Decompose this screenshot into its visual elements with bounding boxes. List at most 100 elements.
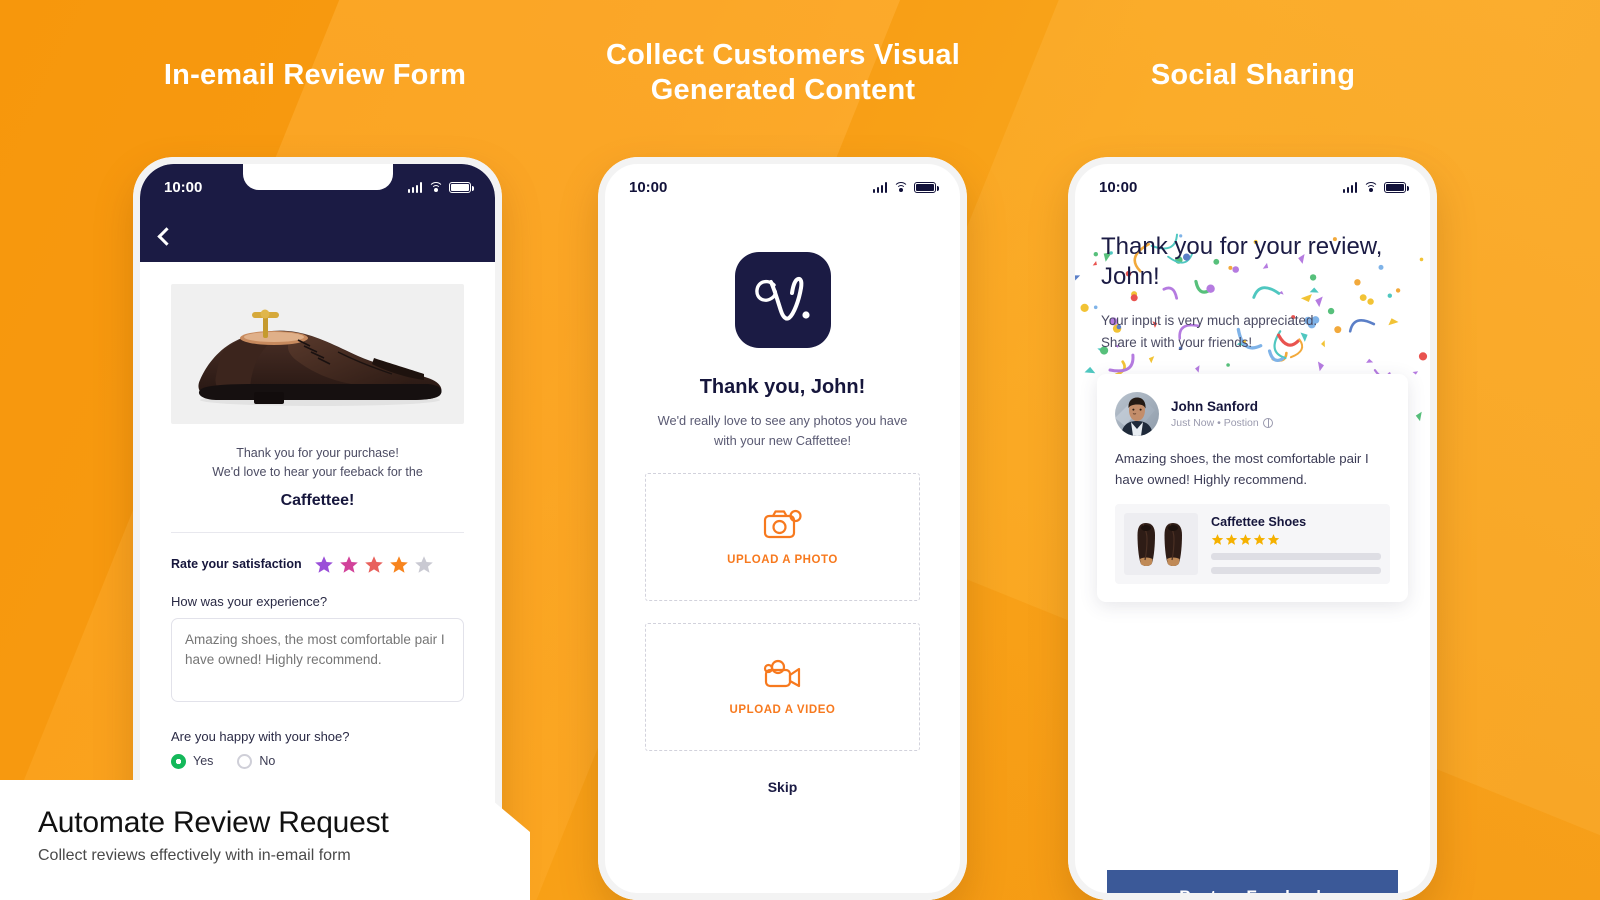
caption-card: Automate Review Request Collect reviews … [0,780,530,900]
review-author-name: John Sanford [1171,399,1258,415]
radio-dot-yes[interactable] [171,753,186,769]
shoe-illustration [177,291,458,417]
review-meta-text: Just Now • Postion [1171,417,1259,430]
phone3-content: Thank you for your review, John! Your in… [1075,232,1430,900]
phone1-status-icons [407,181,474,193]
brand-logo [734,252,831,348]
avatar [1115,392,1159,437]
avatar-photo [1115,392,1159,437]
battery-icon [1384,181,1409,193]
review-text: Amazing shoes, the most comfortable pair… [1115,451,1369,487]
shoes-pair-illustration [1126,515,1196,574]
battery-icon [449,181,474,193]
chevron-left-icon[interactable] [157,226,176,246]
skip-button[interactable]: Skip [645,779,920,795]
product-image [171,284,464,424]
wifi-icon [893,181,908,193]
thank-you-message: Thank you for your purchase! We'd love t… [171,444,464,483]
heading-in-email-review-form: In-email Review Form [163,59,467,91]
phone2-screen: 10:00 Thank you, John! We'd really love … [605,164,960,900]
post-on-facebook-button[interactable]: Post on Facebook [1107,870,1398,900]
phone-mockup-upload-media: 10:00 Thank you, John! We'd really love … [598,157,967,900]
signal-bars-icon [872,181,887,193]
review-product-thumbnail [1124,513,1198,576]
heading-collect-customers-visual-generated-content: Collect Customers Visual Generated Conte… [606,39,960,107]
star-icon-3[interactable] [364,555,384,574]
review-product-row[interactable]: Caffettee Shoes [1115,504,1390,585]
confetti-piece [1317,361,1324,372]
rating-row: Rate your satisfaction [171,555,464,574]
phone1-content: Thank you for your purchase! We'd love t… [140,262,495,769]
review-product-info: Caffettee Shoes [1211,515,1381,574]
thanks-line-1: Thank you for your purchase! [236,446,399,460]
caption-subtitle: Collect reviews effectively with in-emai… [38,847,351,864]
review-product-title: Caffettee Shoes [1211,514,1307,529]
heading-social-sharing: Social Sharing [1150,59,1356,91]
upload-video-label: UPLOAD A VIDEO [729,703,836,716]
review-author-meta: John Sanford Just Now • Postion [1171,399,1273,429]
happy-radio-group: Yes No [171,753,464,769]
phone2-notch [707,164,858,190]
phone3-status-time: 10:00 [1099,178,1138,196]
product-star-icon-3 [1239,533,1252,545]
globe-icon [1262,418,1273,429]
upload-photo-label: UPLOAD A PHOTO [727,553,838,566]
phone2-status-bar: 10:00 [605,164,960,210]
phone2-content: Thank you, John! We'd really love to see… [605,210,960,900]
phone3-subtitle-line-1: Your input is very much appreciated. [1101,313,1318,328]
star-icon-1[interactable] [314,555,334,574]
phone3-screen: 10:00 Thank you for your review, John! Y… [1075,164,1430,900]
confetti-piece [1084,366,1096,374]
rating-label: Rate your satisfaction [171,557,302,572]
wifi-icon [428,181,443,193]
signal-bars-icon [407,181,422,193]
divider [171,531,464,533]
product-star-icon-1 [1211,533,1224,545]
radio-option-no[interactable]: No [237,753,276,769]
product-star-icon-4 [1253,533,1266,545]
confetti-piece [1412,371,1419,375]
product-name: Caffettee! [280,491,355,509]
product-star-icon-5 [1267,533,1280,545]
radio-label-no: No [259,754,276,769]
phone3-title: Thank you for your review, John! [1101,233,1383,290]
thanks-line-2: We'd love to hear your feeback for the [212,465,423,480]
upload-photo-dropzone[interactable]: UPLOAD A PHOTO [645,472,920,601]
phone3-notch [1177,164,1328,190]
upload-video-dropzone[interactable]: UPLOAD A VIDEO [645,622,920,751]
happy-question-label: Are you happy with your shoe? [171,728,350,744]
cv-monogram-icon [754,276,810,321]
star-icon-2[interactable] [339,555,359,574]
phone3-subtitle: Your input is very much appreciated. Sha… [1101,310,1404,354]
battery-icon [914,181,939,193]
phone3-status-bar: 10:00 [1075,164,1430,210]
confetti-piece [1415,411,1422,422]
confetti-piece [1195,365,1200,373]
review-card: John Sanford Just Now • Postion Amazing … [1097,374,1408,603]
phone1-status-bar: 10:00 [140,164,495,210]
radio-option-yes[interactable]: Yes [171,753,214,769]
camera-icon [763,509,802,538]
experience-question-label: How was your experience? [171,593,328,609]
wifi-icon [1363,181,1378,193]
review-product-stars [1211,533,1381,546]
caption-title: Automate Review Request [38,806,389,839]
star-icon-4[interactable] [389,555,409,574]
confetti-piece [1148,356,1155,364]
rating-stars[interactable] [314,555,434,574]
review-meta: Just Now • Postion [1171,417,1273,429]
phone3-header: Thank you for your review, John! Your in… [1075,232,1430,354]
phone1-notch [242,164,393,190]
confetti-piece [1366,358,1374,363]
signal-bars-icon [1342,181,1357,193]
radio-label-yes: Yes [193,754,214,769]
phone1-status-time: 10:00 [164,178,203,196]
phone1-navbar [140,210,495,262]
review-author-row: John Sanford Just Now • Postion [1115,392,1390,437]
star-icon-5[interactable] [414,555,434,574]
phone3-status-icons [1342,181,1409,193]
experience-textarea[interactable] [171,617,464,702]
phone-mockup-social-sharing: 10:00 Thank you for your review, John! Y… [1068,157,1437,900]
radio-dot-no[interactable] [237,753,253,769]
product-star-icon-2 [1225,533,1238,545]
